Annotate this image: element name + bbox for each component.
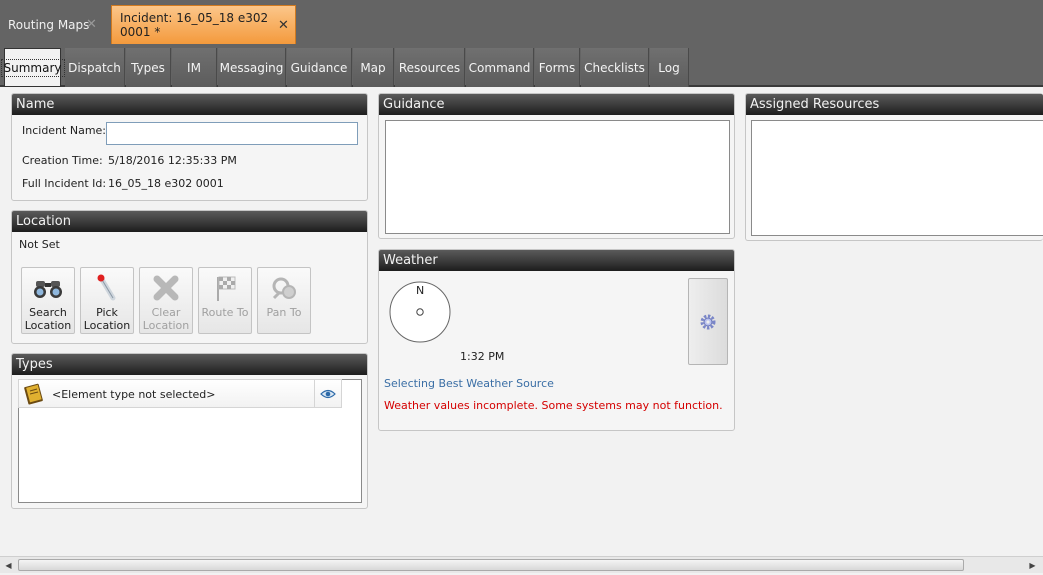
tab-command[interactable]: Command (466, 48, 534, 87)
gear-icon (700, 314, 716, 329)
pick-location-button[interactable]: Pick Location (80, 267, 134, 334)
search-location-button[interactable]: Search Location (21, 267, 75, 334)
binoculars-icon (34, 281, 62, 298)
guidance-text-area[interactable] (385, 120, 730, 234)
types-panel: Types <Element type not selected> (11, 353, 368, 509)
assigned-resources-list[interactable] (751, 120, 1043, 236)
panel-title: Name (12, 94, 367, 115)
compass-north-label: N (416, 284, 425, 297)
panel-title: Types (12, 354, 367, 375)
incident-tab-bar: Summary Dispatch Types IM Messaging Guid… (0, 44, 1043, 87)
creation-time-value: 5/18/2016 12:35:33 PM (108, 154, 237, 167)
panel-title: Assigned Resources (746, 94, 1043, 115)
incident-name-label: Incident Name: (22, 124, 107, 137)
document-tab-bar: Routing Maps ✕ Incident: 16_05_18 e302 0… (0, 0, 1043, 44)
panel-title: Location (12, 211, 367, 232)
pan-to-button[interactable]: Pan To (257, 267, 311, 334)
doc-tab-incident[interactable]: Incident: 16_05_18 e302 0001 * ✕ (111, 5, 296, 44)
tab-checklists[interactable]: Checklists (581, 48, 649, 87)
location-panel: Location Not Set Search Location Pick Lo… (11, 210, 368, 344)
tab-messaging[interactable]: Messaging (218, 48, 286, 87)
tab-log[interactable]: Log (650, 48, 689, 87)
weather-settings-button[interactable] (688, 278, 728, 365)
tab-summary[interactable]: Summary (0, 48, 65, 87)
pan-icon (272, 277, 296, 300)
doc-tab-label: Incident: 16_05_18 e302 0001 * (120, 11, 269, 39)
pick-pin-icon (97, 274, 116, 301)
guidance-panel: Guidance (378, 93, 735, 239)
tab-map[interactable]: Map (353, 48, 394, 87)
name-panel: Name Incident Name: Creation Time: 5/18/… (11, 93, 368, 201)
full-incident-id-value: 16_05_18 e302 0001 (108, 177, 224, 190)
tab-im[interactable]: IM (172, 48, 217, 87)
eye-icon (320, 389, 336, 398)
tab-forms[interactable]: Forms (535, 48, 580, 87)
clear-x-icon (153, 275, 179, 301)
clear-location-button[interactable]: Clear Location (139, 267, 193, 334)
tab-types[interactable]: Types (126, 48, 171, 87)
incident-name-input[interactable] (106, 122, 358, 145)
tab-resources[interactable]: Resources (395, 48, 465, 87)
full-incident-id-label: Full Incident Id: (22, 177, 107, 190)
weather-time: 1:32 PM (460, 350, 505, 363)
horizontal-scrollbar[interactable]: ◀ ▶ (0, 556, 1043, 573)
weather-warning-text: Weather values incomplete. Some systems … (384, 399, 723, 412)
panel-title: Guidance (379, 94, 734, 115)
panel-title: Weather (379, 250, 734, 271)
tab-dispatch[interactable]: Dispatch (65, 48, 125, 87)
location-status: Not Set (19, 238, 60, 251)
tab-guidance[interactable]: Guidance (287, 48, 352, 87)
view-type-button[interactable] (314, 380, 341, 407)
weather-source-text: Selecting Best Weather Source (384, 377, 554, 390)
doc-tab-routing-maps[interactable]: Routing Maps ✕ (0, 5, 108, 44)
weather-panel: Weather N 1:32 PM Selecting Best Weather… (378, 249, 735, 431)
scroll-left-arrow-icon[interactable]: ◀ (0, 557, 17, 573)
type-row-text: <Element type not selected> (52, 388, 216, 401)
doc-tab-label: Routing Maps (8, 17, 90, 32)
scroll-right-arrow-icon[interactable]: ▶ (1024, 557, 1041, 573)
assigned-resources-panel: Assigned Resources (745, 93, 1043, 241)
close-icon[interactable]: ✕ (86, 17, 97, 32)
book-icon (24, 383, 43, 405)
creation-time-label: Creation Time: (22, 154, 103, 167)
route-to-button[interactable]: Route To (198, 267, 252, 334)
close-icon[interactable]: ✕ (278, 18, 289, 33)
type-row[interactable]: <Element type not selected> (18, 379, 342, 408)
checkered-flag-icon (217, 276, 236, 301)
scrollbar-thumb[interactable] (18, 559, 964, 571)
